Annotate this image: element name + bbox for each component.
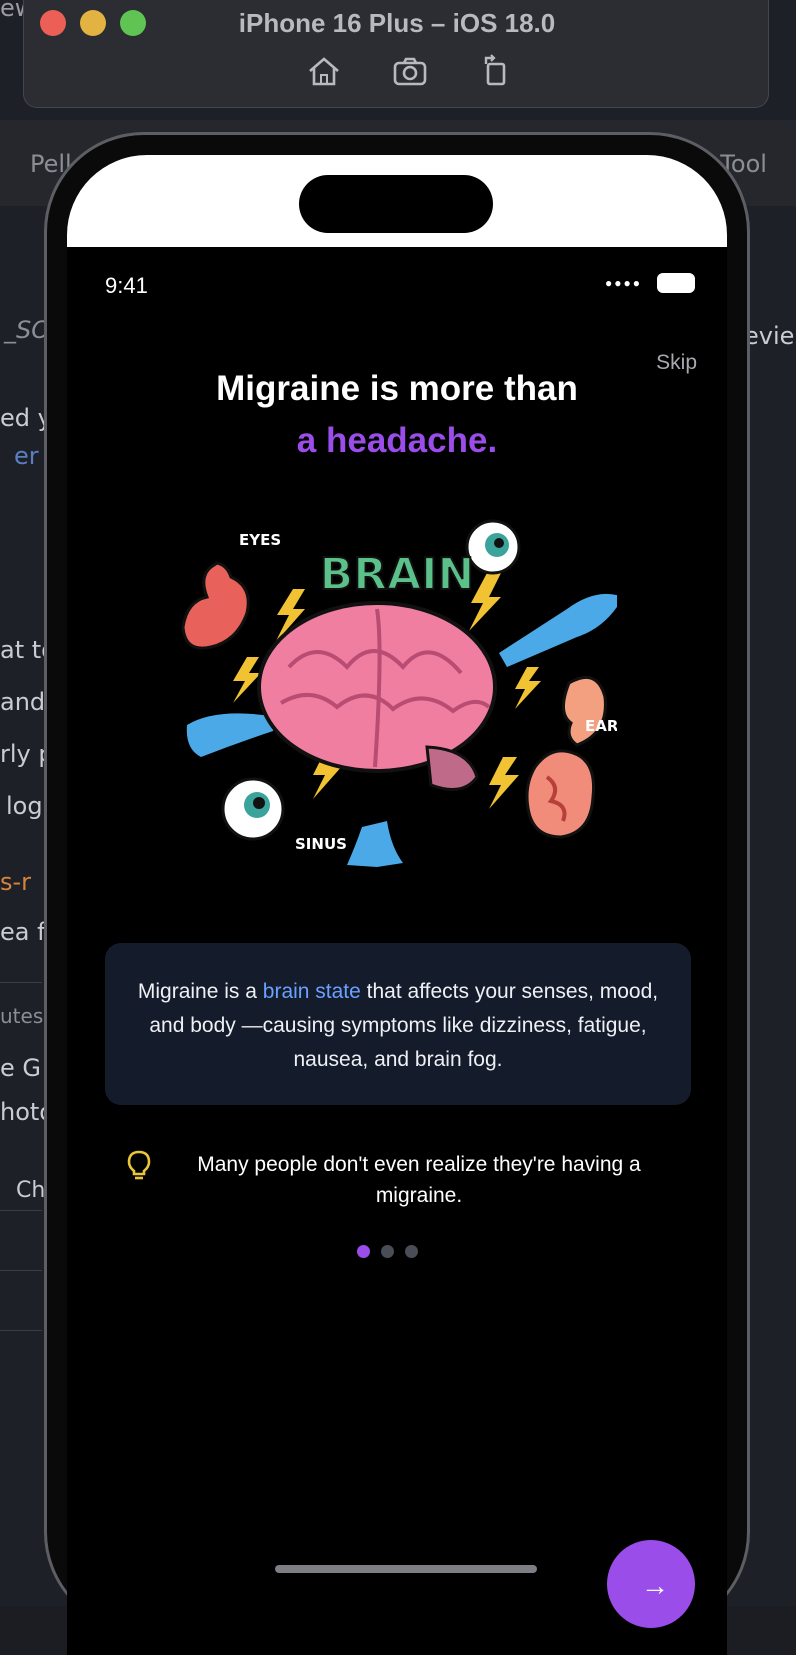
dynamic-island (299, 175, 493, 233)
home-indicator[interactable] (275, 1565, 537, 1573)
brain-label: BRAIN (320, 549, 475, 600)
battery-icon (657, 273, 695, 293)
tip-text: Many people don't even realize they're h… (197, 1153, 641, 1207)
headline-line-1: Migraine is more than (216, 369, 578, 408)
rotate-icon[interactable] (478, 54, 514, 88)
brain-state-highlight: brain state (262, 980, 361, 1003)
page-indicator (357, 1245, 437, 1261)
info-card-text-start: Migraine is a (137, 980, 263, 1003)
page-dot-3[interactable] (405, 1245, 418, 1258)
divider (0, 1330, 42, 1331)
status-time: 9:41 (105, 273, 148, 298)
simulator-toolbar: iPhone 16 Plus – iOS 18.0 (23, 0, 769, 108)
page-dot-2[interactable] (381, 1245, 394, 1258)
arrow-right-icon: → (641, 1570, 669, 1601)
bg-fragment: log (6, 792, 43, 820)
simulator-title: iPhone 16 Plus – iOS 18.0 (238, 8, 556, 38)
bg-fragment: e G (0, 1054, 41, 1082)
info-card: Migraine is a brain state that affects y… (105, 943, 691, 1105)
lightbulb-icon (127, 1150, 151, 1180)
page-dot-1[interactable] (357, 1245, 370, 1258)
divider (0, 1210, 42, 1211)
bg-fragment: and (0, 688, 46, 716)
signal-icon: ●●●● (605, 276, 642, 290)
home-icon[interactable] (306, 54, 342, 88)
headline-line-2: a headache. (296, 421, 498, 460)
bg-fragment: evie (744, 322, 795, 350)
phone-screen: 9:41 ●●●● Skip Migraine is more than a h… (67, 155, 727, 1655)
page-title: Migraine is more than a headache. (67, 363, 727, 467)
bg-fragment: s-r (0, 868, 32, 896)
eyes-label: EYES (239, 531, 281, 549)
ears-label: EARS (585, 717, 617, 735)
sinus-label: SINUS (295, 835, 347, 853)
divider (0, 1270, 42, 1271)
bg-fragment: utes (0, 1004, 44, 1028)
phone-frame: 9:41 ●●●● Skip Migraine is more than a h… (44, 132, 750, 1655)
bg-fragment: Ch (16, 1178, 46, 1203)
screenshot-icon[interactable] (392, 54, 428, 88)
bg-fragment: ea f (0, 918, 46, 946)
bg-fragment: er (14, 442, 39, 470)
brain-illustration: BRAIN EYES EARS SINUS (181, 519, 617, 867)
divider (0, 982, 42, 983)
